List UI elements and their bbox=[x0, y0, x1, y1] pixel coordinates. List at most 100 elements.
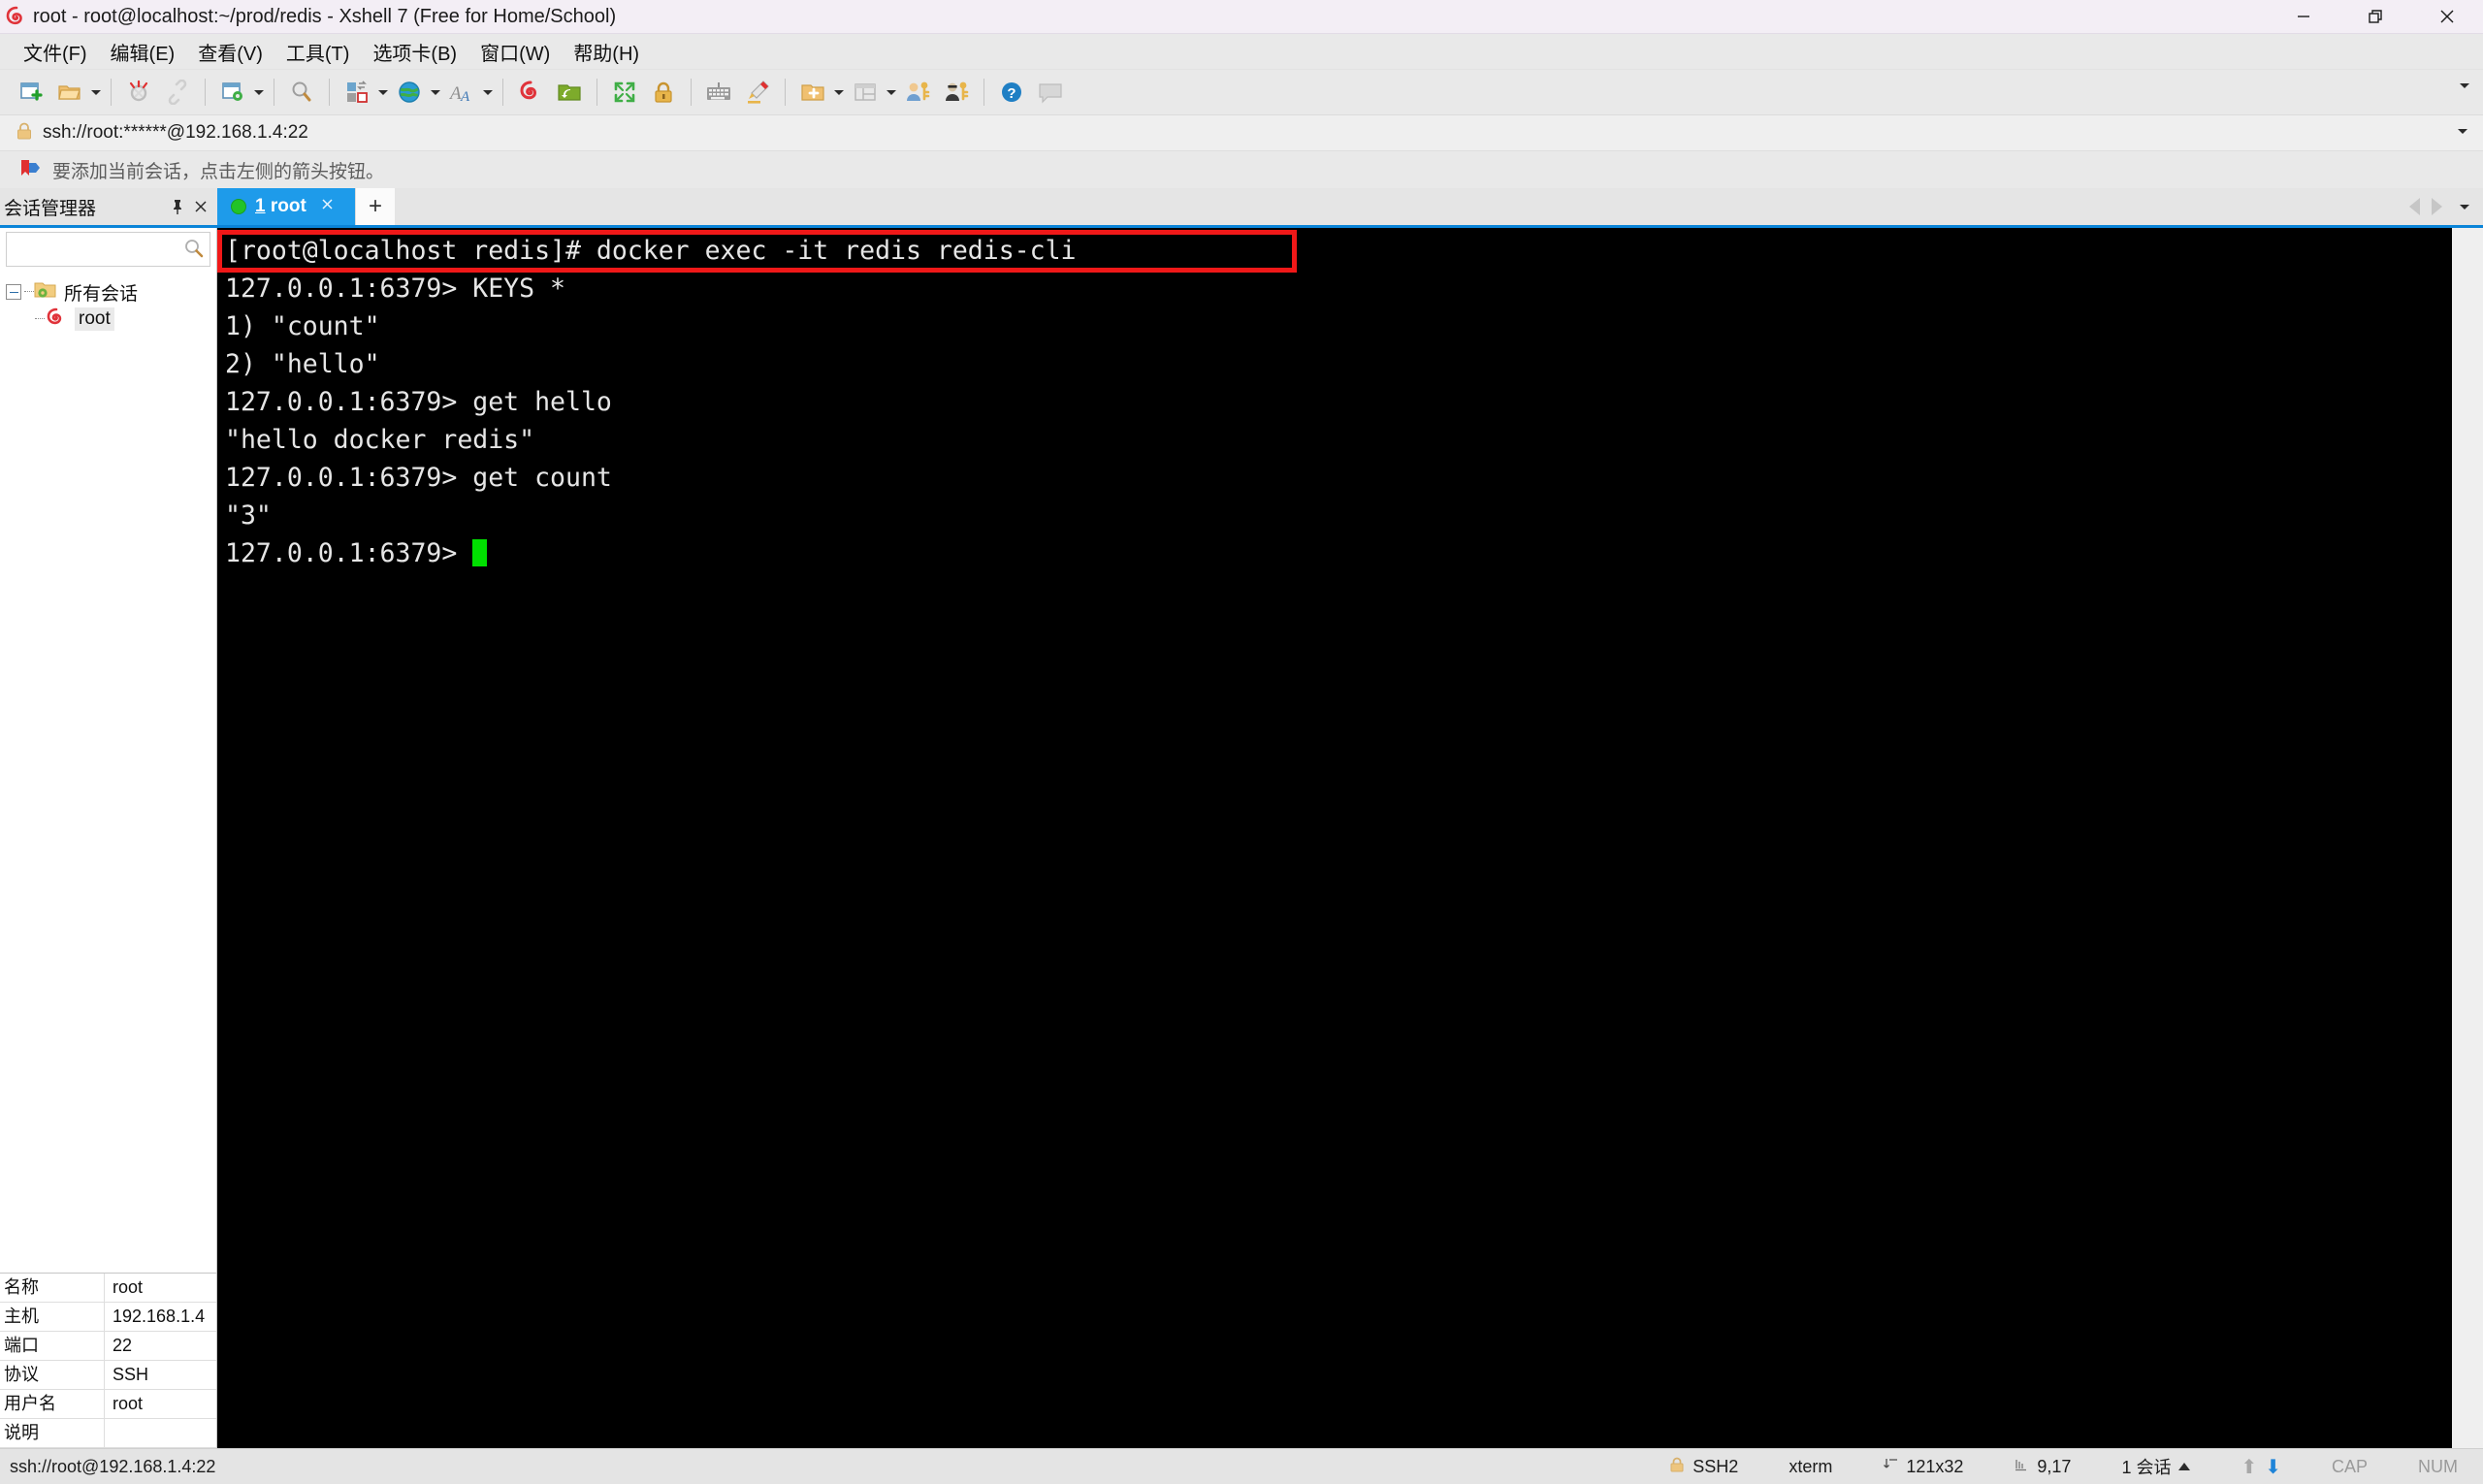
new-folder-dropdown-caret-icon[interactable] bbox=[832, 73, 846, 112]
toolbar-overflow-caret-icon[interactable] bbox=[2460, 83, 2469, 88]
new-tab-button[interactable]: + bbox=[355, 188, 395, 225]
toolbar-separator bbox=[329, 79, 330, 106]
address-bar[interactable]: ssh://root:******@192.168.1.4:22 bbox=[0, 115, 2483, 151]
terminal-prompt-line: 127.0.0.1:6379> bbox=[225, 534, 2451, 572]
table-row: 用户名 root bbox=[0, 1390, 216, 1419]
globe-dropdown-caret-icon[interactable] bbox=[429, 73, 442, 112]
bookmark-arrow-icon bbox=[19, 158, 41, 182]
property-key: 名称 bbox=[0, 1274, 105, 1302]
tree-item-root[interactable]: root bbox=[6, 306, 216, 333]
split-view-dropdown-caret-icon[interactable] bbox=[885, 73, 898, 112]
tree-item-label: 所有会话 bbox=[64, 283, 139, 305]
property-value bbox=[105, 1419, 113, 1447]
session-properties-dropdown-caret-icon[interactable] bbox=[252, 73, 266, 112]
property-key: 主机 bbox=[0, 1303, 105, 1331]
svg-text:A: A bbox=[460, 89, 470, 105]
toolbar-separator bbox=[785, 79, 786, 106]
property-key: 端口 bbox=[0, 1332, 105, 1360]
session-search-input[interactable] bbox=[7, 239, 210, 260]
globe-encoding-icon[interactable] bbox=[390, 73, 429, 112]
xshell-icon[interactable] bbox=[511, 73, 550, 112]
toolbar: A A ? bbox=[0, 70, 2483, 115]
close-panel-icon[interactable] bbox=[190, 194, 211, 219]
open-folder-icon[interactable] bbox=[50, 73, 89, 112]
tree-connector bbox=[24, 291, 34, 293]
font-icon[interactable]: A A bbox=[442, 73, 481, 112]
new-folder-icon[interactable] bbox=[793, 73, 832, 112]
tab-scroll-right-icon[interactable] bbox=[2432, 198, 2442, 215]
tree-item-all-sessions[interactable]: 所有会话 bbox=[6, 278, 216, 306]
terminal-line: "3" bbox=[225, 500, 272, 531]
status-right-group: SSH2 xterm 121x32 9,17 1 会话 ⬆ ⬇ CAP NUM bbox=[1644, 1454, 2483, 1479]
menu-view[interactable]: 查看(V) bbox=[188, 35, 273, 69]
close-button[interactable] bbox=[2411, 0, 2483, 33]
xshell-window: root - root@localhost:~/prod/redis - Xsh… bbox=[0, 0, 2483, 1484]
menu-window[interactable]: 窗口(W) bbox=[470, 35, 560, 69]
tab-name: root bbox=[265, 196, 306, 216]
property-value: root bbox=[113, 1394, 144, 1413]
minimize-button[interactable] bbox=[2268, 0, 2339, 33]
app-icon bbox=[0, 6, 33, 27]
open-folder-dropdown-caret-icon[interactable] bbox=[89, 73, 103, 112]
notice-text: 要添加当前会话，点击左侧的箭头按钮。 bbox=[52, 161, 385, 182]
highlight-pen-icon[interactable] bbox=[738, 73, 777, 112]
session-properties-icon[interactable] bbox=[213, 73, 252, 112]
split-view-icon[interactable] bbox=[846, 73, 885, 112]
tab-list-menu-caret-icon[interactable] bbox=[2460, 204, 2469, 210]
reconnect-icon[interactable] bbox=[158, 73, 197, 112]
status-bar: ssh://root@192.168.1.4:22 SSH2 xterm 121… bbox=[0, 1448, 2483, 1484]
session-search-box[interactable] bbox=[6, 232, 210, 267]
status-sessions[interactable]: 1 会话 bbox=[2096, 1454, 2215, 1479]
address-dropdown-caret-icon[interactable] bbox=[2458, 129, 2467, 134]
status-caps: CAP bbox=[2331, 1456, 2368, 1476]
session-tree: 所有会话 root bbox=[0, 269, 216, 1273]
tab-bar: 会话管理器 1 root + bbox=[0, 188, 2483, 228]
menu-help[interactable]: 帮助(H) bbox=[564, 35, 649, 69]
status-security-label: SSH2 bbox=[1693, 1456, 1739, 1476]
menu-edit[interactable]: 编辑(E) bbox=[101, 35, 185, 69]
disconnect-icon[interactable] bbox=[119, 73, 158, 112]
terminal-screen[interactable]: [root@localhost redis]# docker exec -it … bbox=[217, 228, 2451, 1448]
user-key-icon[interactable] bbox=[898, 73, 937, 112]
tab-close-icon[interactable] bbox=[320, 197, 335, 216]
search-icon[interactable] bbox=[183, 238, 205, 264]
layout-icon[interactable] bbox=[338, 73, 376, 112]
menu-tools[interactable]: 工具(T) bbox=[276, 35, 360, 69]
address-lock-icon bbox=[16, 121, 33, 145]
expander-icon[interactable] bbox=[6, 284, 21, 300]
tab-scroll-left-icon[interactable] bbox=[2409, 198, 2420, 215]
keyboard-icon[interactable] bbox=[699, 73, 738, 112]
status-num: NUM bbox=[2418, 1456, 2458, 1476]
font-dropdown-caret-icon[interactable] bbox=[481, 73, 495, 112]
xshell-session-icon bbox=[45, 306, 68, 333]
table-row: 说明 bbox=[0, 1419, 216, 1448]
layout-dropdown-caret-icon[interactable] bbox=[376, 73, 390, 112]
tabs-area: 1 root + bbox=[217, 188, 2483, 225]
terminal-line: [root@localhost redis]# docker exec -it … bbox=[225, 236, 1077, 266]
menu-file[interactable]: 文件(F) bbox=[14, 35, 97, 69]
agent-key-icon[interactable] bbox=[937, 73, 976, 112]
fullscreen-icon[interactable] bbox=[605, 73, 644, 112]
terminal-scrollbar[interactable] bbox=[2451, 228, 2483, 1448]
terminal-line: 127.0.0.1:6379> get hello bbox=[225, 387, 612, 417]
folder-sessions-icon bbox=[34, 280, 57, 305]
cursor-position-icon bbox=[2014, 1457, 2029, 1477]
status-size-label: 121x32 bbox=[1906, 1456, 1964, 1476]
lock-icon[interactable] bbox=[644, 73, 683, 112]
property-value: 192.168.1.4 bbox=[113, 1307, 206, 1326]
maximize-restore-button[interactable] bbox=[2339, 0, 2411, 33]
pin-panel-icon[interactable] bbox=[167, 194, 188, 219]
address-value[interactable]: ssh://root:******@192.168.1.4:22 bbox=[43, 122, 308, 144]
help-icon[interactable]: ? bbox=[992, 73, 1031, 112]
menu-tabs[interactable]: 选项卡(B) bbox=[363, 35, 467, 69]
chevron-up-icon[interactable] bbox=[2178, 1463, 2191, 1470]
chat-icon[interactable] bbox=[1031, 73, 1070, 112]
terminal-line: "hello docker redis" bbox=[225, 425, 535, 455]
xftp-icon[interactable] bbox=[550, 73, 589, 112]
find-icon[interactable] bbox=[282, 73, 321, 112]
toolbar-separator bbox=[111, 79, 112, 106]
status-connection: ssh://root@192.168.1.4:22 bbox=[10, 1456, 216, 1476]
property-key: 用户名 bbox=[0, 1390, 105, 1418]
new-session-icon[interactable] bbox=[12, 73, 50, 112]
tab-root[interactable]: 1 root bbox=[217, 188, 355, 225]
